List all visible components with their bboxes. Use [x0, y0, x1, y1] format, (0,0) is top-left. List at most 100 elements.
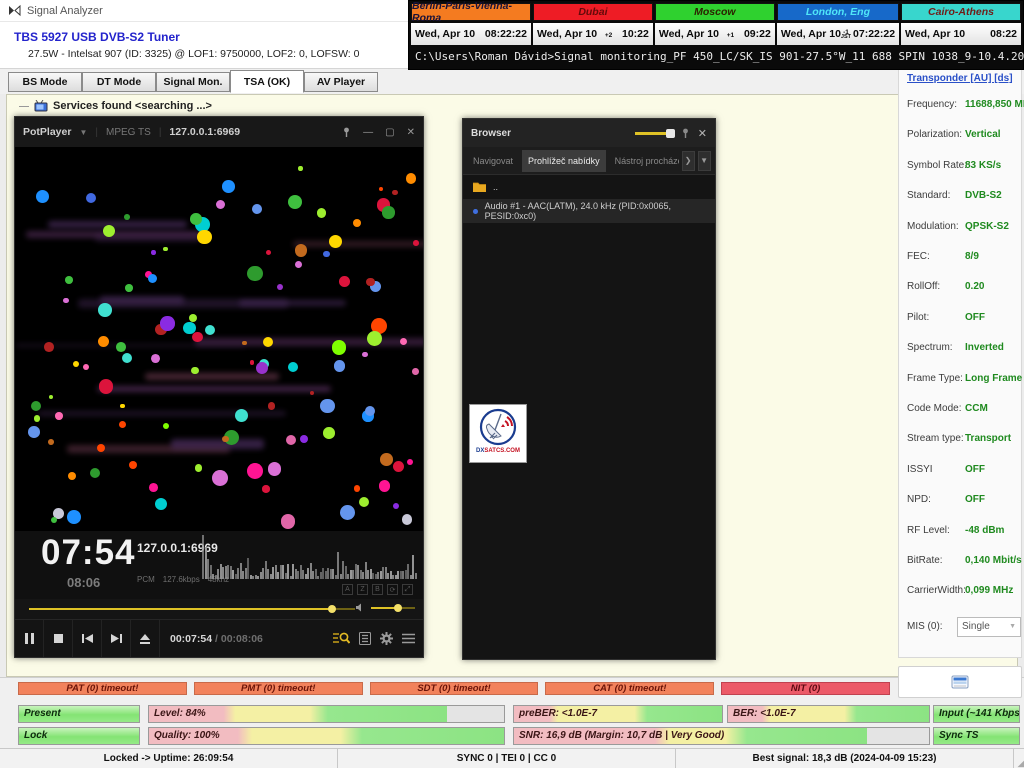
speaker-icon[interactable]: [355, 602, 366, 613]
previous-button[interactable]: [73, 620, 102, 657]
codec-bitrate: 127.6kbps: [163, 575, 200, 584]
psi-table-row: PAT (0) timeout! PMT (0) timeout! SDT (0) …: [18, 682, 890, 695]
sync-ts-label: Sync TS: [939, 730, 978, 741]
elapsed-time-large: 07:54: [41, 533, 136, 573]
param-row-symbolrate: Symbol Rate:83 KS/s: [907, 160, 1019, 171]
param-row-issyi: ISSYIOFF: [907, 464, 1019, 475]
lock-indicator: Lock: [18, 727, 140, 745]
browser-opacity-slider[interactable]: [635, 132, 673, 135]
pin-icon[interactable]: [681, 128, 690, 139]
mis-row: MIS (0): Single ▼: [907, 621, 1019, 632]
snr-meter: SNR: 16,9 dB (Margin: 10,7 dB | Very Goo…: [513, 727, 930, 745]
tv-icon: [34, 100, 48, 112]
tab-dt-mode[interactable]: DT Mode: [82, 72, 156, 92]
codec-name: PCM: [137, 575, 155, 584]
world-clocks: Berlin-Paris-Vienna-RomaDubaiMoscowLondo…: [409, 1, 1023, 45]
psi-segment-sdt: SDT (0) timeout!: [370, 682, 539, 695]
param-row-modulation: Modulation:QPSK-S2: [907, 221, 1019, 232]
tab-forward-button[interactable]: ❯: [682, 151, 695, 171]
maximize-icon[interactable]: ▢: [385, 127, 394, 138]
pin-icon[interactable]: [342, 127, 351, 138]
command-line[interactable]: C:\Users\Roman Dávid>Signal monitoring_P…: [409, 45, 1023, 63]
param-row-carrierwidth: CarrierWidth:0,099 MHz: [907, 585, 1019, 596]
console-overlay: Berlin-Paris-Vienna-RomaDubaiMoscowLondo…: [408, 0, 1024, 70]
tab-av-player[interactable]: AV Player: [304, 72, 378, 92]
ber-label: BER: <1.0E-7: [733, 708, 796, 719]
clock-time-0: Wed, Apr 1008:22:22: [411, 23, 531, 45]
potplayer-window: PotPlayer ▼ | MPEG TS | 127.0.0.1:6969 —…: [14, 116, 424, 658]
clock-city-0: Berlin-Paris-Vienna-Roma: [411, 3, 531, 21]
video-area[interactable]: [15, 147, 423, 531]
clock-time-2: Wed, Apr 10+109:22: [655, 23, 775, 45]
gear-icon[interactable]: [380, 632, 393, 645]
snr-label: SNR: 16,9 dB (Margin: 10,7 dB | Very Goo…: [519, 730, 724, 741]
total-time-small: 08:06: [67, 575, 100, 590]
clock-city-2: Moscow: [655, 3, 775, 21]
divider: |: [95, 127, 98, 138]
seek-knob[interactable]: [328, 605, 336, 613]
storage-button[interactable]: [898, 666, 1022, 698]
audio-track-item[interactable]: Audio #1 - AAC(LATM), 24.0 kHz (PID:0x00…: [463, 199, 715, 223]
potplayer-titlebar[interactable]: PotPlayer ▼ | MPEG TS | 127.0.0.1:6969 —…: [15, 117, 423, 147]
input-label: Input (~141 Kbps): [939, 708, 1020, 719]
param-row-bitrate: BitRate:0,140 Mbit/s: [907, 555, 1019, 566]
browse-search-icon[interactable]: [333, 632, 350, 645]
playlist-icon[interactable]: [359, 632, 371, 645]
slider-knob[interactable]: [666, 129, 675, 138]
menu-icon[interactable]: [402, 633, 415, 644]
tab-navigovat[interactable]: Navigovat: [467, 150, 519, 172]
tab-nastroj-prochazeni[interactable]: Nástroj procházení titu...: [609, 150, 679, 172]
statusbar-sync: SYNC 0 | TEI 0 | CC 0: [338, 749, 676, 768]
clock-time-3: Wed, Apr 10-1JST07:22:22: [777, 23, 899, 45]
tab-dropdown-button[interactable]: ▼: [698, 151, 711, 171]
ab-repeat-icons[interactable]: AZB⟳⤢: [342, 584, 413, 595]
param-row-streamtype: Stream type:Transport: [907, 433, 1019, 444]
mis-select[interactable]: Single ▼: [957, 617, 1021, 637]
stop-button[interactable]: [44, 620, 73, 657]
clock-city-3: London, Eng: [777, 3, 899, 21]
folder-up-item[interactable]: ..: [463, 175, 715, 199]
volume-knob[interactable]: [394, 604, 402, 612]
tree-expander[interactable]: —: [19, 101, 29, 112]
transponder-panel: Transponder [AU] [ds] Frequency:11688,85…: [898, 68, 1022, 658]
tab-tsa[interactable]: TSA (OK): [230, 70, 304, 93]
param-row-fec: FEC:8/9: [907, 251, 1019, 262]
transponder-link[interactable]: Transponder [AU] [ds]: [907, 73, 1021, 84]
eject-button[interactable]: [131, 620, 160, 657]
param-row-frequency: Frequency:11688,850 MHz: [907, 99, 1019, 110]
bullet-icon: [473, 209, 478, 214]
services-tree-item[interactable]: — Services found <searching ...>: [19, 100, 212, 112]
present-indicator: Present: [18, 705, 140, 723]
param-row-standard: Standard:DVB-S2: [907, 190, 1019, 201]
close-icon[interactable]: ✕: [698, 127, 707, 140]
param-row-spectrum: Spectrum:Inverted: [907, 342, 1019, 353]
browser-titlebar[interactable]: Browser ✕: [463, 119, 715, 147]
tab-prohlizec-nabidky[interactable]: Prohlížeč nabídky: [522, 150, 606, 172]
tab-signal-mon[interactable]: Signal Mon.: [156, 72, 230, 92]
divider: |: [159, 127, 162, 138]
psi-segment-pmt: PMT (0) timeout!: [194, 682, 363, 695]
satellite-dish-icon: [478, 407, 518, 447]
statusbar-locked: Locked -> Uptime: 26:09:54: [0, 749, 338, 768]
time-elapsed: 00:07:54: [170, 633, 212, 645]
logo-text: DXSATCS.COM: [476, 448, 520, 454]
resize-grip[interactable]: ◢: [1014, 749, 1024, 768]
mis-label: MIS (0):: [907, 621, 943, 632]
browser-tabbar: Navigovat Prohlížeč nabídky Nástroj proc…: [463, 147, 715, 175]
minimize-icon[interactable]: —: [363, 127, 373, 138]
param-row-rflevel: RF Level:-48 dBm: [907, 525, 1019, 536]
pause-button[interactable]: [15, 620, 44, 657]
time-duration: / 00:08:06: [215, 633, 263, 645]
param-row-polarization: Polarization:Vertical: [907, 129, 1019, 140]
app-title: Signal Analyzer: [27, 5, 103, 17]
tab-bs-mode[interactable]: BS Mode: [8, 72, 82, 92]
next-button[interactable]: [102, 620, 131, 657]
clock-time-4: Wed, Apr 1008:22: [901, 23, 1021, 45]
psi-segment-pat: PAT (0) timeout!: [18, 682, 187, 695]
close-icon[interactable]: ✕: [407, 127, 415, 138]
player-info-band: 07:54 08:06 127.0.0.1:6969 PCM 127.6kbps…: [15, 531, 423, 599]
level-label: Level: 84%: [154, 708, 206, 719]
seek-bar[interactable]: [29, 608, 355, 610]
volume-slider[interactable]: [371, 607, 415, 609]
potplayer-menu[interactable]: PotPlayer: [23, 126, 71, 138]
